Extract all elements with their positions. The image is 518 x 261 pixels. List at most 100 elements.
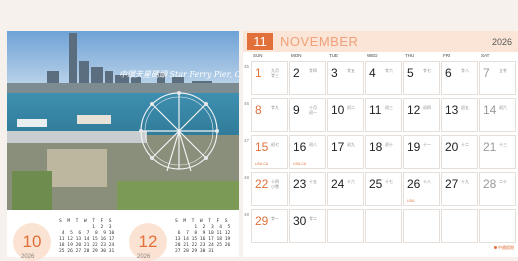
lunar-date: 初七 [271,142,279,147]
day-cell[interactable]: 10 初二 [327,98,364,132]
day-number: 28 [483,177,497,191]
day-cell[interactable]: 11 初三 [365,98,402,132]
holiday-dot-icon [494,246,497,249]
day-cell[interactable]: 18 初十 [365,135,402,169]
lunar-date: 二十 [499,179,507,184]
left-panel: 中環天星碼頭 Star Ferry Pier, Central 10 2026 … [7,31,239,261]
day-cell[interactable]: 22 十四 小雪 [251,172,288,206]
lunar-date: 十月 初一 [309,105,317,115]
mini-grid: S M T W T F S 1 2 3 4 5 6 7 8 9 10 11 12… [175,219,231,254]
lunar-date: 廿九 [271,105,279,110]
day-cell[interactable]: 29 廿一 [251,209,288,243]
day-cell[interactable] [365,209,402,243]
day-cell[interactable]: 6 廿八 [441,61,478,95]
day-number: 11 [369,103,382,117]
day-number: 23 [293,177,307,191]
day-number: 22 [255,177,269,191]
holiday-legend-text: 中國假期 [498,245,514,250]
day-number: 5 [407,66,414,80]
day-cell[interactable] [479,209,516,243]
mini-year: 2026 [137,254,151,260]
mini-year: 2026 [21,254,35,260]
weekday-label: FRI [443,53,451,58]
day-number: 18 [369,140,383,154]
day-number: 26 [407,177,421,191]
day-cell[interactable]: 26 十八 USA [403,172,440,206]
day-cell[interactable]: 4 廿六 [365,61,402,95]
lunar-date: 廿二 [309,216,317,221]
day-cell[interactable]: 23 十五 [289,172,326,206]
lunar-date: 十四 小雪 [271,179,279,189]
day-cell[interactable]: 21 十三 [479,135,516,169]
lunar-date: 初二 [347,105,355,110]
day-cell[interactable]: 1 九月 廿三 [251,61,288,95]
weekday-label: WED [367,53,378,58]
day-cell[interactable]: 9 十月 初一 [289,98,326,132]
lunar-date: 十六 [347,179,355,184]
harbour-photo: 中環天星碼頭 Star Ferry Pier, Central [7,31,239,210]
day-number: 12 [407,103,421,117]
day-number: 16 [293,140,307,154]
month-header: 11 NOVEMBER 2026 [243,31,518,52]
day-number: 13 [445,103,459,117]
lunar-date: 立冬 [499,68,507,73]
day-cell[interactable]: 20 十二 [441,135,478,169]
day-cell[interactable]: 16 初八 USA CA [289,135,326,169]
weekday-label: TUE [329,53,338,58]
day-cell[interactable]: 3 廿五 [327,61,364,95]
day-number: 30 [293,214,307,228]
day-cell[interactable]: 8 廿九 [251,98,288,132]
lunar-date: 十九 [461,179,469,184]
holiday-tag: USA CA [293,162,307,166]
day-number: 17 [331,140,345,154]
lunar-date: 十三 [499,142,507,147]
weekday-label: THU [405,53,415,58]
day-number: 10 [331,103,345,117]
lunar-date: 十八 [423,179,431,184]
day-cell[interactable]: 25 十七 [365,172,402,206]
day-cell[interactable]: 13 初五 [441,98,478,132]
holiday-tag: USA CA [255,162,269,166]
day-cell[interactable]: 27 十九 [441,172,478,206]
lunar-date: 初三 [385,105,393,110]
day-cell[interactable]: 19 十一 [403,135,440,169]
weekday-label: SAT [481,53,490,58]
day-number: 1 [255,66,262,80]
day-number: 7 [483,66,490,80]
day-number: 25 [369,177,383,191]
day-cell[interactable]: 28 二十 [479,172,516,206]
month-number: 11 [247,33,273,50]
mini-calendar-december: 12 2026 S M T W T F S 1 2 3 4 5 6 7 8 9 … [123,217,239,261]
lunar-date: 十七 [385,179,393,184]
holiday-legend: 中國假期 [494,245,514,251]
weekday-label: MON [291,53,302,58]
photo-caption: 中環天星碼頭 Star Ferry Pier, Central [119,70,239,79]
day-cell[interactable] [327,209,364,243]
day-cell[interactable]: 7 立冬 [479,61,516,95]
day-number: 4 [369,66,376,80]
mini-calendar-october: 10 2026 S M T W T F S 1 2 3 4 5 6 7 8 9 … [7,217,123,261]
day-number: 6 [445,66,452,80]
day-number: 14 [483,103,497,117]
day-cell[interactable]: 24 十六 [327,172,364,206]
day-cell[interactable]: 15 初七 USA CA [251,135,288,169]
day-number: 3 [331,66,338,80]
day-cell[interactable]: 14 初六 [479,98,516,132]
calendar-page: 中環天星碼頭 Star Ferry Pier, Central 10 2026 … [0,0,518,261]
lunar-date: 初十 [385,142,393,147]
day-cell[interactable]: 5 廿七 [403,61,440,95]
mini-grid: S M T W T F S 1 2 3 4 5 6 7 8 9 10 11 12… [59,219,115,254]
lunar-date: 初六 [499,105,507,110]
day-cell[interactable] [403,209,440,243]
day-cell[interactable] [441,209,478,243]
day-number: 15 [255,140,269,154]
lunar-date: 廿四 [309,68,317,73]
day-cell[interactable]: 2 廿四 [289,61,326,95]
day-number: 24 [331,177,345,191]
day-cell[interactable]: 30 廿二 [289,209,326,243]
week-number: 45 [244,64,250,69]
day-cell[interactable]: 12 初四 [403,98,440,132]
week-number: 48 [244,175,250,180]
day-cell[interactable]: 17 初九 [327,135,364,169]
day-number: 8 [255,103,262,117]
